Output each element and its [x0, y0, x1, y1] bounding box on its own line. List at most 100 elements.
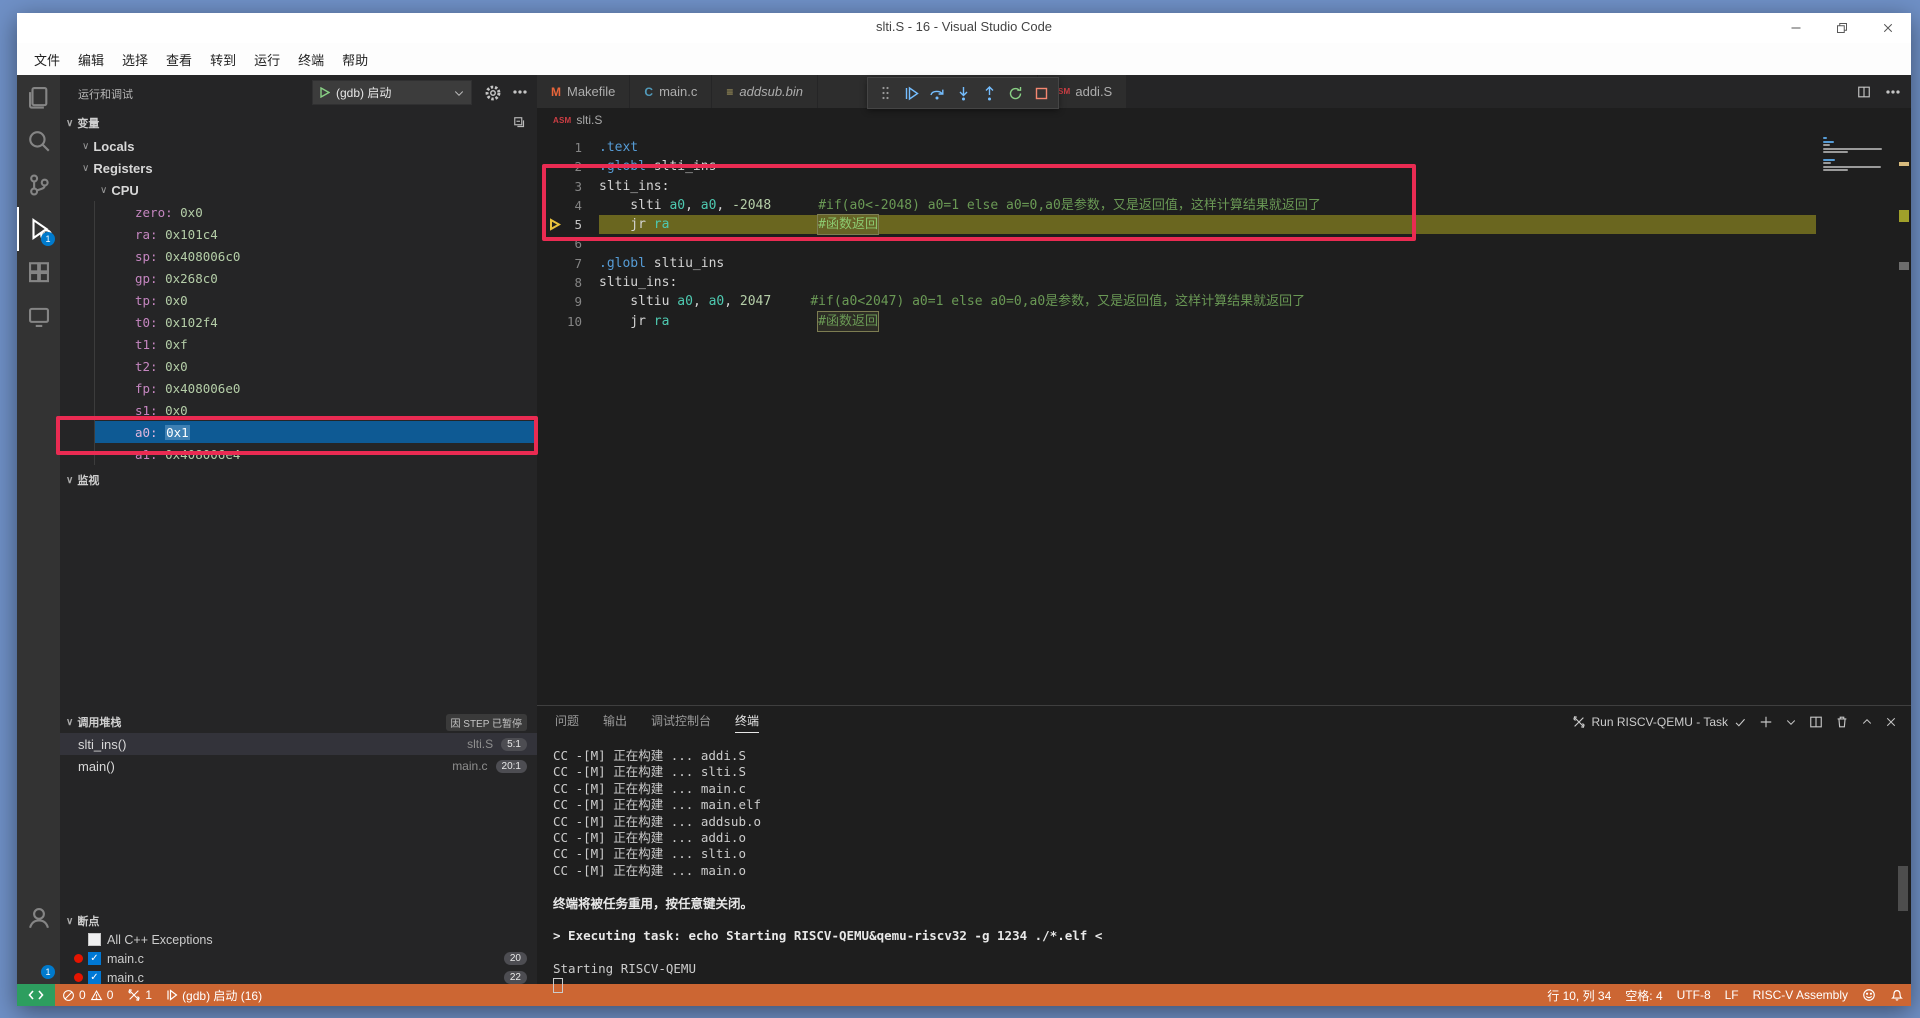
stop-button[interactable]	[1028, 80, 1054, 106]
panel-tab-调试控制台[interactable]: 调试控制台	[651, 712, 711, 732]
breakpoint-row[interactable]: ✓main.c20	[60, 949, 537, 968]
tree-item-locals[interactable]: ∨Locals	[60, 135, 537, 157]
breakpoint-row[interactable]: ✓main.c22	[60, 968, 537, 987]
terminal-dropdown-icon[interactable]	[1785, 716, 1797, 728]
debug-session-status[interactable]: (gdb) 启动 (16)	[159, 984, 269, 1006]
step-over-button[interactable]	[924, 80, 950, 106]
register-row-tp[interactable]: tp: 0x0	[94, 289, 537, 311]
editor-more-actions-icon[interactable]	[1885, 84, 1901, 100]
menu-item-查看[interactable]: 查看	[157, 46, 201, 73]
new-terminal-button[interactable]	[1759, 715, 1773, 729]
terminal-line: CC -[M] 正在构建 ... addi.S	[553, 748, 1881, 764]
step-into-button[interactable]	[950, 80, 976, 106]
terminal-scrollbar[interactable]	[1898, 866, 1908, 911]
breakpoint-checkbox[interactable]: ✓	[88, 971, 101, 984]
notifications-bell-icon[interactable]	[1883, 984, 1911, 1006]
menu-item-选择[interactable]: 选择	[113, 46, 157, 73]
call-stack-section-header[interactable]: ∨ 调用堆栈 因 STEP 已暂停	[60, 711, 537, 733]
start-debug-icon[interactable]	[320, 87, 330, 98]
tree-item-cpu[interactable]: ∨CPU	[60, 179, 537, 201]
activity-extensions[interactable]	[17, 251, 60, 295]
register-row-t0[interactable]: t0: 0x102f4	[94, 311, 537, 333]
kill-terminal-icon[interactable]	[1835, 715, 1849, 729]
register-row-s1[interactable]: s1: 0x0	[94, 399, 537, 421]
tab-addsub.bin[interactable]: ≡addsub.bin	[712, 75, 818, 108]
menu-item-文件[interactable]: 文件	[25, 46, 69, 73]
code-line-7[interactable]: 7.globl sltiu_ins	[537, 254, 1816, 273]
panel-tab-终端[interactable]: 终端	[735, 712, 759, 733]
activity-account[interactable]	[17, 896, 60, 940]
code-line-2[interactable]: 2.globl slti_ins	[537, 157, 1816, 176]
remote-indicator[interactable]	[17, 984, 55, 1006]
tab-main.c[interactable]: Cmain.c	[630, 75, 712, 108]
menu-item-运行[interactable]: 运行	[245, 46, 289, 73]
breakpoint-checkbox[interactable]	[88, 933, 101, 946]
stack-frame[interactable]: main()main.c20:1	[60, 755, 537, 777]
menu-item-帮助[interactable]: 帮助	[333, 46, 377, 73]
watch-section-header[interactable]: ∨ 监视	[60, 469, 537, 491]
code-line-5[interactable]: 5 jr ra #函数返回	[537, 215, 1816, 234]
activity-settings[interactable]: 1	[17, 940, 60, 984]
frame-file: main.c	[452, 759, 487, 773]
code-line-9[interactable]: 9 sltiu a0, a0, 2047 #if(a0<2047) a0=1 e…	[537, 292, 1816, 311]
collapse-all-icon[interactable]	[513, 116, 527, 130]
activity-remote-explorer[interactable]	[17, 295, 60, 339]
code-line-1[interactable]: 1.text	[537, 138, 1816, 157]
code-line-6[interactable]: 6	[537, 234, 1816, 253]
breadcrumb[interactable]: ASM slti.S	[537, 108, 1911, 132]
register-row-gp[interactable]: gp: 0x268c0	[94, 267, 537, 289]
tree-item-registers[interactable]: ∨Registers	[60, 157, 537, 179]
panel-tab-输出[interactable]: 输出	[603, 712, 627, 732]
step-out-button[interactable]	[976, 80, 1002, 106]
close-panel-icon[interactable]	[1885, 716, 1897, 728]
maximize-panel-icon[interactable]	[1861, 716, 1873, 728]
activity-source-control[interactable]	[17, 163, 60, 207]
breakpoint-row[interactable]: All C++ Exceptions	[60, 930, 537, 949]
register-row-a1[interactable]: a1: 0x408006e4	[94, 443, 537, 465]
code-editor[interactable]: 1.text2.globl slti_ins3slti_ins:4 slti a…	[537, 132, 1911, 705]
debug-settings-gear-icon[interactable]	[484, 84, 502, 102]
activity-explorer[interactable]	[17, 75, 60, 119]
breakpoint-checkbox[interactable]: ✓	[88, 952, 101, 965]
code-line-8[interactable]: 8sltiu_ins:	[537, 273, 1816, 292]
code-line-10[interactable]: 10 jr ra #函数返回	[537, 312, 1816, 331]
minimize-button[interactable]	[1773, 13, 1819, 43]
tab-Makefile[interactable]: MMakefile	[537, 75, 630, 108]
menu-item-编辑[interactable]: 编辑	[69, 46, 113, 73]
breakpoints-section-header[interactable]: ∨ 断点	[60, 910, 537, 932]
menu-item-终端[interactable]: 终端	[289, 46, 333, 73]
activity-search[interactable]	[17, 119, 60, 163]
close-button[interactable]	[1865, 13, 1911, 43]
split-terminal-icon[interactable]	[1809, 715, 1823, 729]
split-editor-icon[interactable]	[1857, 85, 1871, 99]
terminal-line: CC -[M] 正在构建 ... main.o	[553, 863, 1881, 879]
running-tasks-status[interactable]: 1	[120, 984, 159, 1006]
minimap-line	[1823, 151, 1848, 153]
continue-button[interactable]	[898, 80, 924, 106]
panel-tab-问题[interactable]: 问题	[555, 712, 579, 732]
register-row-ra[interactable]: ra: 0x101c4	[94, 223, 537, 245]
launch-config-dropdown[interactable]: (gdb) 启动	[312, 80, 472, 105]
register-row-a0[interactable]: a0: 0x1	[94, 421, 537, 443]
register-row-t1[interactable]: t1: 0xf	[94, 333, 537, 355]
activity-run-debug[interactable]: 1	[17, 207, 60, 251]
tab-label: main.c	[659, 84, 697, 99]
debug-sidebar: 运行和调试 (gdb) 启动 ∨ 变量 ∨Locals∨Registers∨CP…	[60, 75, 537, 984]
terminal-output[interactable]: CC -[M] 正在构建 ... addi.S CC -[M] 正在构建 ... …	[553, 748, 1881, 994]
toolbar-drag-handle[interactable]	[872, 80, 898, 106]
register-row-sp[interactable]: sp: 0x408006c0	[94, 245, 537, 267]
variables-section-header[interactable]: ∨ 变量	[60, 112, 537, 134]
debug-more-actions-icon[interactable]	[512, 84, 528, 100]
restart-button[interactable]	[1002, 80, 1028, 106]
problems-status[interactable]: 0 0	[55, 984, 120, 1006]
register-row-t2[interactable]: t2: 0x0	[94, 355, 537, 377]
terminal-task-label[interactable]: Run RISCV-QEMU - Task	[1572, 715, 1747, 729]
menu-item-转到[interactable]: 转到	[201, 46, 245, 73]
stack-frame[interactable]: slti_ins()slti.S5:1	[60, 733, 537, 755]
register-row-fp[interactable]: fp: 0x408006e0	[94, 377, 537, 399]
code-line-3[interactable]: 3slti_ins:	[537, 177, 1816, 196]
code-line-4[interactable]: 4 slti a0, a0, -2048 #if(a0<-2048) a0=1 …	[537, 196, 1816, 215]
restore-button[interactable]	[1819, 13, 1865, 43]
minimap[interactable]	[1823, 137, 1895, 173]
register-row-zero[interactable]: zero: 0x0	[94, 201, 537, 223]
